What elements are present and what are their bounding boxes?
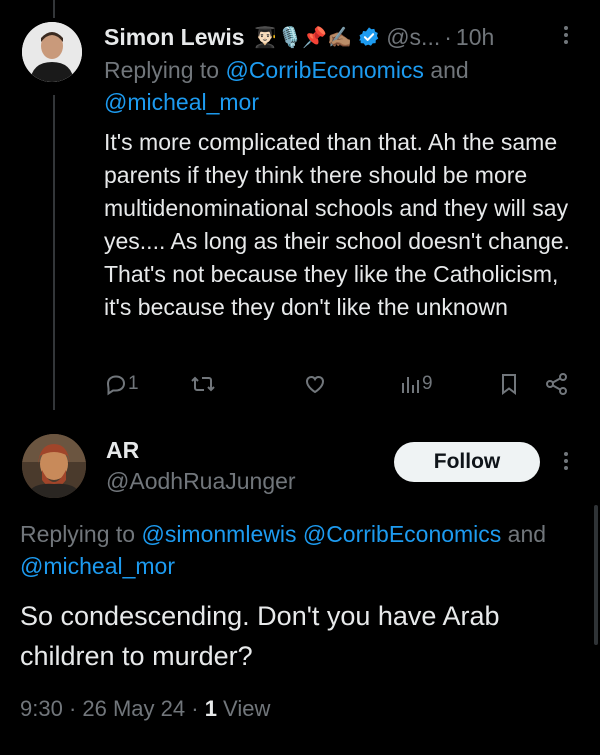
author-handle[interactable]: @AodhRuaJunger	[106, 468, 296, 495]
meta-dot: ·	[185, 696, 205, 721]
tweet-text: So condescending. Don't you have Arab ch…	[20, 601, 500, 671]
reply-count: 1	[128, 373, 139, 394]
bookmark-button[interactable]	[498, 372, 520, 396]
follow-button[interactable]: Follow	[394, 442, 540, 482]
retweet-icon	[191, 376, 215, 392]
thread-line-top	[53, 0, 55, 18]
meta-dot: ·	[62, 696, 83, 721]
replying-to: Replying to @simonmlewis @CorribEconomic…	[20, 518, 600, 582]
author-name[interactable]: Simon Lewis	[104, 24, 245, 51]
views-label: View	[216, 696, 271, 721]
tweet-time[interactable]: 9:30	[20, 696, 63, 721]
views-button[interactable]: 9	[400, 372, 433, 396]
mention-link[interactable]: @simonmlewis	[141, 521, 296, 547]
views-count: 1	[204, 696, 217, 721]
mention-link[interactable]: @CorribEconomics	[225, 57, 423, 83]
like-button[interactable]	[303, 372, 327, 396]
scrollbar[interactable]	[594, 505, 598, 645]
heart-icon	[305, 375, 325, 394]
retweet-button[interactable]	[190, 372, 216, 396]
replying-prefix: Replying to	[104, 57, 226, 83]
tweet-date[interactable]: 26 May 24	[82, 696, 185, 721]
reply-button[interactable]: 1	[104, 372, 139, 396]
mention-link[interactable]: @CorribEconomics	[296, 521, 501, 547]
separator-dot: ·	[444, 23, 452, 50]
share-icon	[546, 373, 567, 395]
share-button[interactable]	[544, 372, 570, 396]
tweet-meta: 9:30 · 26 May 24 · 1 View	[20, 696, 270, 722]
avatar[interactable]	[22, 22, 82, 82]
replying-and: and	[501, 521, 547, 547]
author-name[interactable]: AR	[106, 437, 139, 464]
tweet-text: It's more complicated than that. Ah the …	[104, 129, 570, 320]
mention-link[interactable]: @micheal_mor	[20, 553, 175, 579]
name-emojis: 👨🏻‍🎓🎙️📌✍🏽	[252, 26, 353, 49]
author-handle[interactable]: @s...	[386, 24, 440, 51]
replying-prefix: Replying to	[20, 521, 142, 547]
replying-to: Replying to @CorribEconomics and @michea…	[104, 54, 584, 118]
verified-badge-icon	[359, 27, 379, 46]
avatar[interactable]	[22, 434, 86, 498]
more-options-icon[interactable]	[564, 452, 568, 470]
reply-icon	[106, 375, 126, 396]
tweet-actions: 1 9	[104, 372, 572, 398]
views-chart-icon	[402, 377, 419, 393]
views-count: 9	[422, 373, 433, 394]
replying-and: and	[423, 57, 469, 83]
tweet1-header: Simon Lewis 👨🏻‍🎓🎙️📌✍🏽 @s... · 10h	[104, 20, 494, 54]
more-options-icon[interactable]	[564, 26, 568, 44]
bookmark-icon	[502, 374, 516, 395]
thread-line	[53, 95, 55, 410]
timestamp[interactable]: 10h	[456, 24, 494, 51]
mention-link[interactable]: @micheal_mor	[104, 89, 259, 115]
